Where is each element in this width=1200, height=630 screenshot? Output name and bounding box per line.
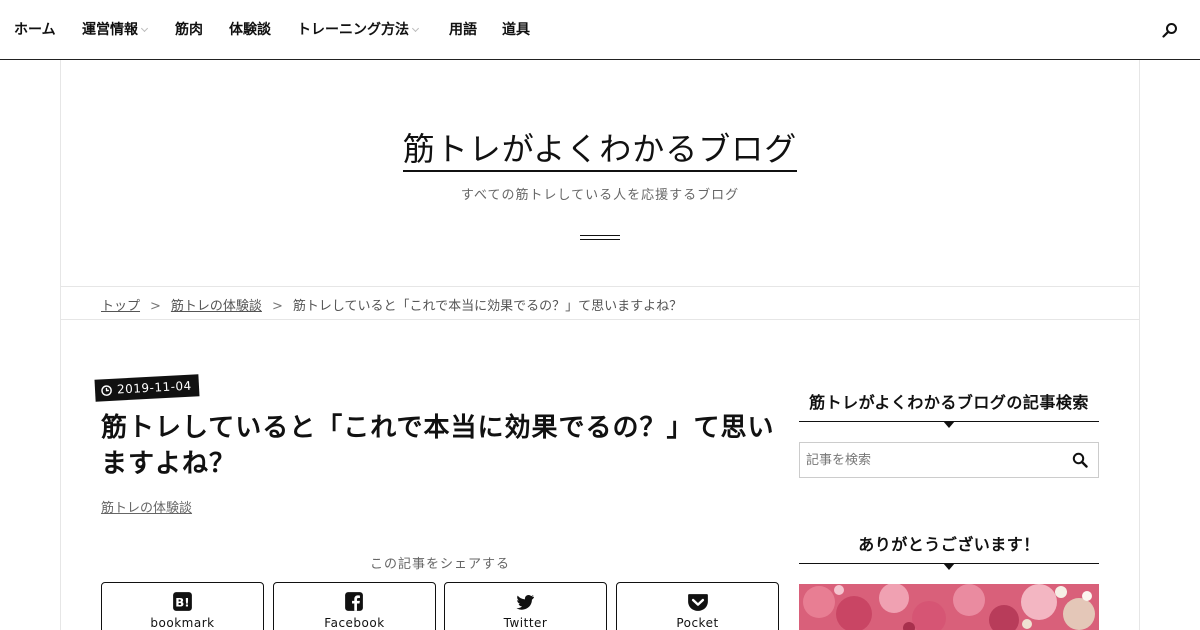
share-button-label: Facebook [324,616,385,630]
nav-item-label: トレーニング方法 [297,22,409,38]
pocket-icon [688,594,708,611]
facebook-icon [345,592,363,611]
twitter-icon [516,594,534,610]
nav-item-label: 筋肉 [175,22,203,38]
search-widget-title: 筋トレがよくわかるブログの記事検索 [809,393,1089,412]
search-icon[interactable] [1162,22,1178,38]
share-button-pocket[interactable]: Pocket [616,582,779,630]
search-submit-icon[interactable] [1072,452,1088,468]
nav-item-label: 運営情報 [82,22,138,38]
nav-item-label: 体験談 [229,22,271,38]
share-button-label: Twitter [503,616,548,630]
widget-divider [799,563,1099,570]
nav-item-muscle[interactable]: 筋肉 [175,21,203,39]
breadcrumb-link-category[interactable]: 筋トレの体験談 [171,299,262,314]
post-category-link[interactable]: 筋トレの体験談 [101,497,192,516]
nav-item-label: 用語 [449,22,477,38]
widget-divider [799,421,1099,428]
breadcrumb-separator: > [150,299,161,314]
site-title[interactable]: 筋トレがよくわかるブログ [402,130,798,172]
chevron-down-icon [411,24,420,33]
nav-item-about[interactable]: 運営情報 [82,21,149,39]
date-badge: 2019-11-04 [94,374,200,402]
share-button-facebook[interactable]: Facebook [273,582,436,630]
nav-item-experience[interactable]: 体験談 [229,21,271,39]
site-tagline: すべての筋トレしている人を応援するブログ [460,188,740,203]
nav-item-label: 道具 [502,22,530,38]
nav-item-label: ホーム [14,22,56,38]
clock-icon [101,385,112,396]
share-label: この記事をシェアする [369,557,510,572]
breadcrumb-current: 筋トレしていると「これで本当に効果でるの？」て思いますよね？ [292,299,683,314]
thanks-widget-title: ありがとうございます！ [858,535,1040,554]
sidebar-search-input[interactable] [800,443,1060,477]
breadcrumb-link-top[interactable]: トップ [101,299,140,314]
nav-item-training[interactable]: トレーニング方法 [297,21,420,39]
top-nav: ホーム 運営情報 筋肉 体験談 トレーニング方法 用語 道具 [0,0,1200,60]
svg-text:B!: B! [175,595,189,609]
breadcrumb: トップ > 筋トレの体験談 > 筋トレしていると「これで本当に効果でるの？」て思いますよ… [61,286,1139,320]
menu-icon[interactable] [580,235,620,242]
share-button-label: bookmark [150,616,215,630]
nav-item-home[interactable]: ホーム [14,21,56,39]
flower-bouquet-image [799,584,1099,630]
nav-item-terms[interactable]: 用語 [449,21,477,39]
share-button-twitter[interactable]: Twitter [444,582,607,630]
site-title-wrap: 筋トレがよくわかるブログ [0,124,1200,172]
post-date: 2019-11-04 [116,378,193,397]
share-button-label: Pocket [676,616,719,630]
breadcrumb-separator: > [271,299,283,314]
share-button-hatena[interactable]: B! bookmark [101,582,264,630]
chevron-down-icon [140,24,149,33]
nav-item-tools[interactable]: 道具 [502,21,530,39]
hatena-bookmark-icon: B! [173,592,192,611]
sidebar-search-form [799,442,1099,478]
post-title: 筋トレしていると「これで本当に効果でるの？」て思いますよね？ [101,413,775,479]
